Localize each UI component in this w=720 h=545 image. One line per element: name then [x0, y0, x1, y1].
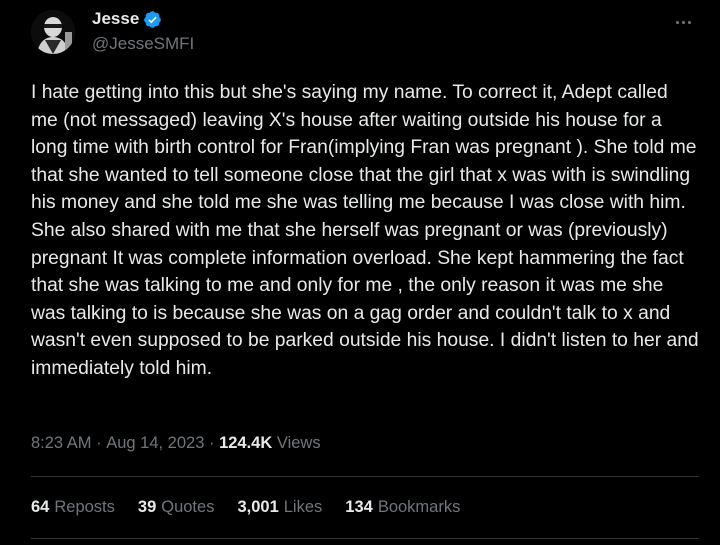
meta-separator: · — [91, 434, 107, 452]
tweet-text: I hate getting into this but she's sayin… — [31, 82, 699, 379]
divider — [31, 538, 699, 539]
tweet-meta: 8:23 AM · Aug 14, 2023 · 124.4K Views — [31, 434, 321, 453]
bookmarks-label: Bookmarks — [377, 498, 461, 516]
bookmarks-stat[interactable]: 134 Bookmarks — [345, 498, 460, 517]
tweet: Jesse @JesseSMFI I hate getting into thi… — [0, 0, 720, 545]
likes-label: Likes — [283, 498, 323, 516]
quotes-stat[interactable]: 39 Quotes — [138, 498, 215, 517]
tweet-time[interactable]: 8:23 AM — [31, 434, 92, 453]
more-horizontal-icon-dot — [687, 20, 691, 24]
avatar-image — [31, 10, 75, 54]
bookmarks-count: 134 — [345, 498, 373, 516]
author-handle[interactable]: @JesseSMFI — [92, 34, 194, 54]
reposts-stat[interactable]: 64 Reposts — [31, 498, 115, 517]
verified-badge-icon[interactable] — [143, 10, 162, 29]
views-label: Views — [276, 434, 321, 452]
more-horizontal-icon — [675, 20, 679, 24]
engagement-stats: 64 Reposts 39 Quotes 3,001 Likes 134 Boo… — [31, 498, 483, 517]
avatar[interactable] — [31, 10, 75, 54]
more-horizontal-icon-dot — [681, 20, 685, 24]
quotes-label: Quotes — [161, 498, 215, 516]
tweet-date[interactable]: Aug 14, 2023 — [106, 434, 204, 453]
quotes-count: 39 — [137, 498, 157, 516]
meta-separator: · — [204, 434, 220, 452]
views-count: 124.4K — [219, 434, 273, 452]
divider — [31, 476, 699, 477]
author-name-row[interactable]: Jesse — [92, 9, 162, 29]
reposts-count: 64 — [31, 498, 50, 516]
author-display-name[interactable]: Jesse — [92, 9, 139, 29]
more-options-button[interactable] — [668, 10, 698, 34]
likes-count: 3,001 — [237, 498, 279, 516]
likes-stat[interactable]: 3,001 Likes — [237, 498, 322, 517]
reposts-label: Reposts — [54, 498, 115, 516]
